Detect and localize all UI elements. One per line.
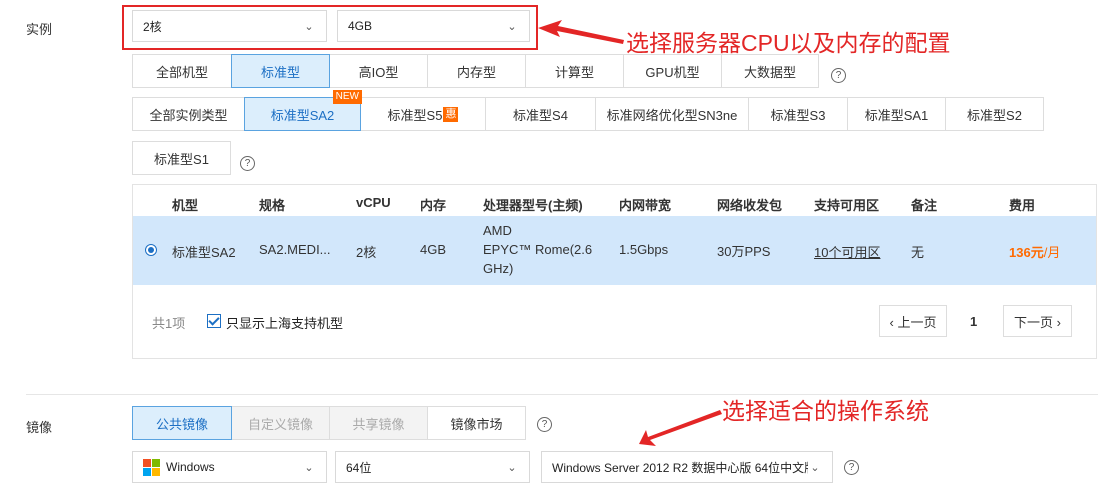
row-radio[interactable]: [145, 244, 157, 256]
tab-type-s4[interactable]: 标准型S4: [485, 97, 596, 131]
chevron-down-icon: ⌄: [507, 20, 517, 33]
image-source-tabs: 公共镜像 自定义镜像 共享镜像 镜像市场: [132, 406, 526, 440]
memory-select-value: 4GB: [348, 19, 373, 33]
header-spec: 规格: [259, 198, 286, 213]
arrow-annotation-icon: [538, 20, 624, 44]
header-type: 机型: [172, 198, 199, 213]
discount-badge: 惠: [443, 106, 459, 122]
cell-spec: SA2.MEDI...: [259, 242, 331, 257]
instance-table: 机型 规格 vCPU 内存 处理器型号(主频) 内网带宽 网络收发包 支持可用区…: [132, 184, 1097, 359]
tab-family-bigdata[interactable]: 大数据型: [721, 54, 819, 88]
chevron-down-icon: ⌄: [507, 461, 517, 474]
only-local-label: 只显示上海支持机型: [226, 316, 344, 331]
tab-image-market[interactable]: 镜像市场: [427, 406, 526, 440]
tab-family-memory[interactable]: 内存型: [427, 54, 526, 88]
help-icon[interactable]: ?: [831, 68, 846, 83]
current-page: 1: [970, 314, 978, 329]
header-memory: 内存: [420, 198, 447, 213]
instance-section-label: 实例: [26, 22, 53, 37]
header-vcpu: vCPU: [356, 195, 391, 210]
cell-vcpu: 2核: [356, 245, 377, 260]
cell-pps: 30万PPS: [717, 244, 771, 259]
tab-type-s3[interactable]: 标准型S3: [748, 97, 848, 131]
tab-type-sn3ne[interactable]: 标准网络优化型SN3ne: [595, 97, 749, 131]
next-page-button[interactable]: 下一页 ›: [1003, 305, 1072, 337]
header-cpu-model: 处理器型号(主频): [483, 198, 583, 213]
cell-price: 136元/月: [1009, 242, 1060, 261]
tab-type-s1[interactable]: 标准型S1: [132, 141, 231, 175]
instance-type-tabs-row2: 标准型S1: [132, 141, 231, 175]
help-icon[interactable]: ?: [844, 460, 859, 475]
os-select[interactable]: Windows ⌄: [132, 451, 327, 483]
cell-memory: 4GB: [420, 242, 447, 257]
tab-family-all[interactable]: 全部机型: [132, 54, 232, 88]
tab-shared-image[interactable]: 共享镜像: [329, 406, 428, 440]
help-icon[interactable]: ?: [537, 417, 552, 432]
cell-bandwidth: 1.5Gbps: [619, 242, 669, 257]
cell-type: 标准型SA2: [172, 245, 236, 260]
version-select[interactable]: Windows Server 2012 R2 数据中心版 64位中文版 ⌄: [541, 451, 833, 483]
tab-family-high-io[interactable]: 高IO型: [329, 54, 428, 88]
arrow-annotation-icon: [639, 410, 722, 446]
memory-select[interactable]: 4GB ⌄: [337, 10, 530, 42]
instance-type-tabs: 全部实例类型 标准型SA2 NEW 标准型S5 惠 标准型S4 标准网络优化型SN…: [132, 90, 1044, 131]
price-value: 136元: [1009, 245, 1044, 260]
os-select-value: Windows: [166, 460, 215, 474]
tab-family-gpu[interactable]: GPU机型: [623, 54, 722, 88]
help-icon[interactable]: ?: [240, 156, 255, 171]
header-price: 费用: [1009, 198, 1036, 213]
instance-family-tabs: 全部机型 标准型 高IO型 内存型 计算型 GPU机型 大数据型: [132, 54, 819, 88]
bit-select-value: 64位: [346, 460, 372, 475]
new-badge: NEW: [332, 90, 362, 104]
chevron-down-icon: ⌄: [304, 461, 314, 474]
chevron-down-icon: ⌄: [304, 20, 314, 33]
header-remark: 备注: [911, 198, 938, 213]
result-count: 共1项: [152, 316, 186, 331]
cell-remark: 无: [911, 245, 925, 260]
tab-custom-image[interactable]: 自定义镜像: [231, 406, 330, 440]
header-zones: 支持可用区: [814, 198, 880, 213]
cell-cpu-model-line2: EPYC™ Rome(2.6: [483, 242, 593, 257]
bit-select[interactable]: 64位 ⌄: [335, 451, 530, 483]
image-section-label: 镜像: [26, 420, 53, 435]
header-pps: 网络收发包: [717, 198, 783, 213]
cell-cpu-model-line3: GHz): [483, 261, 514, 276]
version-select-value: Windows Server 2012 R2 数据中心版 64位中文版: [552, 460, 808, 475]
cpu-select[interactable]: 2核 ⌄: [132, 10, 327, 42]
os-annotation: 选择适合的操作系统: [722, 398, 929, 424]
tab-type-all[interactable]: 全部实例类型: [132, 97, 245, 131]
header-bandwidth: 内网带宽: [619, 198, 672, 213]
zones-link[interactable]: 10个可用区: [814, 242, 880, 261]
only-local-checkbox[interactable]: [207, 314, 221, 328]
windows-logo-icon: [143, 458, 160, 476]
tab-family-standard[interactable]: 标准型: [231, 54, 330, 88]
price-unit: /月: [1043, 245, 1061, 260]
table-row[interactable]: 标准型SA2 SA2.MEDI... 2核 4GB AMD EPYC™ Rome…: [133, 216, 1096, 285]
prev-page-button[interactable]: ‹ 上一页: [879, 305, 947, 337]
cell-cpu-model-line1: AMD: [483, 223, 512, 238]
tab-type-sa2[interactable]: 标准型SA2 NEW: [244, 90, 362, 131]
tab-type-s5[interactable]: 标准型S5 惠: [360, 97, 486, 131]
tab-family-compute[interactable]: 计算型: [525, 54, 624, 88]
section-divider: [26, 394, 1098, 395]
cpu-select-value: 2核: [143, 19, 162, 34]
cpu-memory-annotation: 选择服务器CPU以及内存的配置: [626, 30, 951, 56]
tab-type-s2[interactable]: 标准型S2: [945, 97, 1044, 131]
tab-type-sa1[interactable]: 标准型SA1: [847, 97, 946, 131]
tab-public-image[interactable]: 公共镜像: [132, 406, 232, 440]
chevron-down-icon: ⌄: [810, 461, 820, 474]
